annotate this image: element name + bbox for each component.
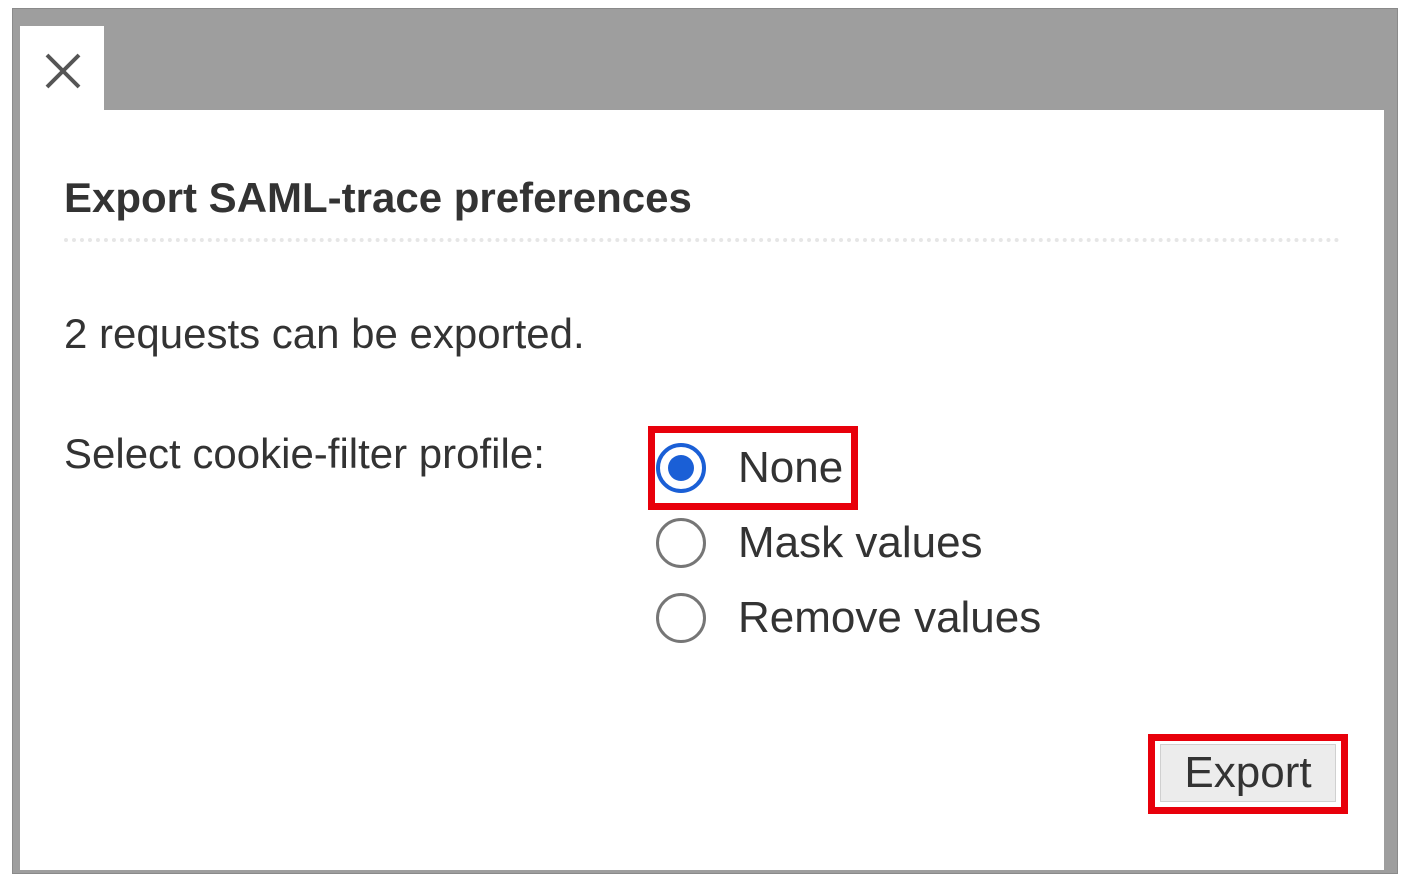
radio-button-mask-values[interactable] xyxy=(656,518,706,568)
radio-option-remove-values[interactable]: Remove values xyxy=(656,588,1041,648)
close-icon[interactable] xyxy=(45,53,81,89)
highlight-box-none xyxy=(648,426,858,510)
radio-button-remove-values[interactable] xyxy=(656,593,706,643)
radio-label-mask-values[interactable]: Mask values xyxy=(738,518,983,568)
close-tab[interactable] xyxy=(20,26,104,116)
title-divider xyxy=(64,238,1340,242)
dialog-title: Export SAML-trace preferences xyxy=(64,174,692,221)
cookie-filter-label: Select cookie-filter profile: xyxy=(64,430,545,477)
highlight-box-export xyxy=(1148,734,1348,814)
request-count-text: 2 requests can be exported. xyxy=(64,310,585,357)
radio-option-mask-values[interactable]: Mask values xyxy=(656,513,983,573)
radio-label-remove-values[interactable]: Remove values xyxy=(738,593,1041,643)
